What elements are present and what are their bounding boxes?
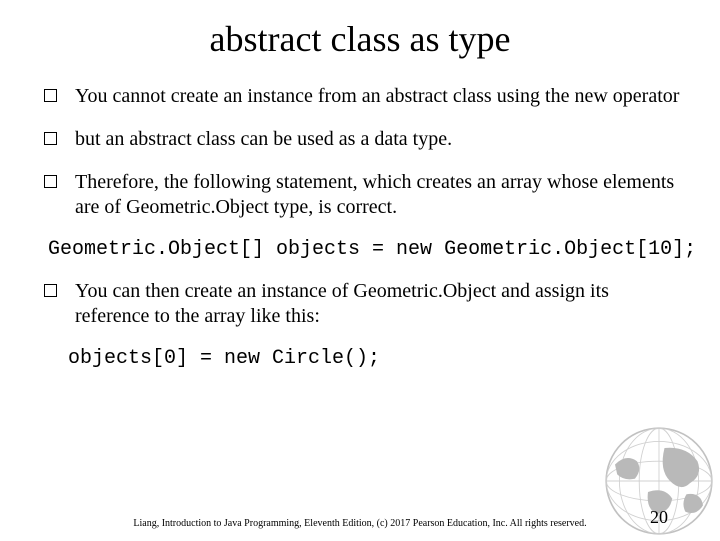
list-item: You can then create an instance of Geome… <box>44 279 680 329</box>
bullet-square-icon <box>44 89 57 102</box>
bullet-list-2: You can then create an instance of Geome… <box>40 279 680 329</box>
bullet-list: You cannot create an instance from an ab… <box>40 84 680 220</box>
bullet-text: Therefore, the following statement, whic… <box>75 170 680 220</box>
bullet-text: You can then create an instance of Geome… <box>75 279 680 329</box>
list-item: but an abstract class can be used as a d… <box>44 127 680 152</box>
slide-title: abstract class as type <box>40 18 680 60</box>
list-item: You cannot create an instance from an ab… <box>44 84 680 109</box>
footer-citation: Liang, Introduction to Java Programming,… <box>0 518 720 530</box>
bullet-square-icon <box>44 284 57 297</box>
slide: abstract class as type You cannot create… <box>0 0 720 540</box>
code-line-2: objects[0] = new Circle(); <box>68 347 680 370</box>
bullet-square-icon <box>44 175 57 188</box>
code-line-1: Geometric.Object[] objects = new Geometr… <box>48 238 680 261</box>
bullet-text: You cannot create an instance from an ab… <box>75 84 680 109</box>
page-number: 20 <box>650 507 668 528</box>
list-item: Therefore, the following statement, whic… <box>44 170 680 220</box>
bullet-text: but an abstract class can be used as a d… <box>75 127 680 152</box>
bullet-square-icon <box>44 132 57 145</box>
